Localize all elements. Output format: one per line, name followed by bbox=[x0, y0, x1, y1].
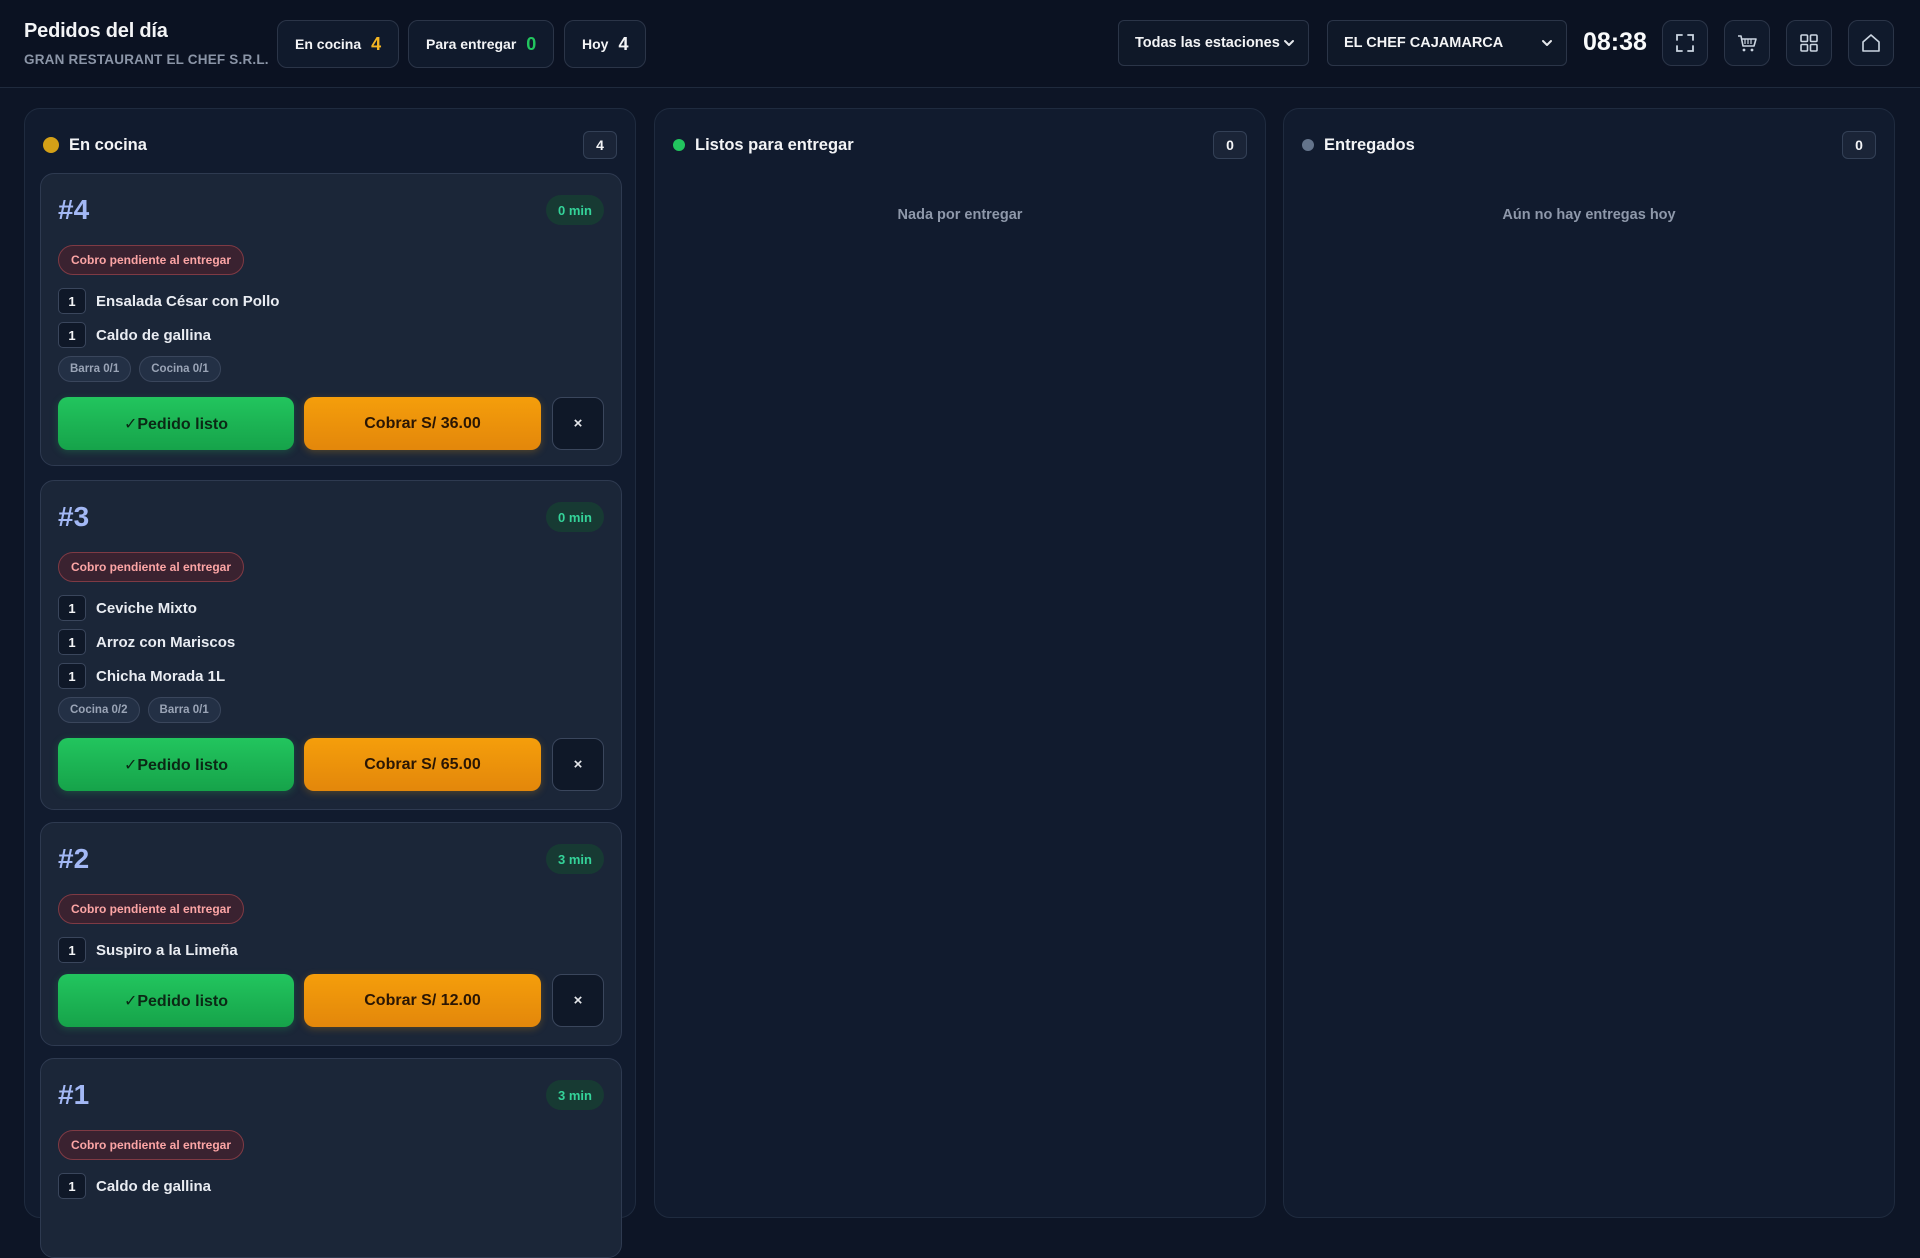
stat-value: 4 bbox=[618, 33, 629, 54]
location-select[interactable]: EL CHEF CAJAMARCA bbox=[1327, 20, 1567, 66]
empty-state: Aún no hay entregas hoy bbox=[1502, 207, 1676, 223]
order-item: 1 Ceviche Mixto bbox=[58, 595, 197, 621]
stat-value: 4 bbox=[371, 33, 382, 54]
station-progress: Barra 0/1 Cocina 0/1 bbox=[58, 356, 221, 382]
chevron-down-icon bbox=[1542, 40, 1552, 46]
station-select-value: Todas las estaciones bbox=[1135, 35, 1280, 51]
station-chip: Cocina 0/1 bbox=[139, 356, 221, 382]
item-qty: 1 bbox=[58, 1173, 86, 1199]
column-title: Entregados bbox=[1324, 135, 1415, 154]
order-item: 1 Caldo de gallina bbox=[58, 1173, 211, 1199]
station-chip: Barra 0/1 bbox=[58, 356, 132, 382]
column-delivered: Entregados 0 Aún no hay entregas hoy bbox=[1283, 108, 1895, 1218]
order-card[interactable]: #3 0 min Cobro pendiente al entregar 1 C… bbox=[40, 480, 622, 810]
stat-to-deliver[interactable]: Para entregar 0 bbox=[408, 20, 555, 68]
order-ready-button[interactable]: ✓Pedido listo bbox=[58, 974, 294, 1027]
column-ready: Listos para entregar 0 Nada por entregar bbox=[654, 108, 1266, 1218]
order-item: 1 Suspiro a la Limeña bbox=[58, 937, 238, 963]
status-dot bbox=[43, 137, 59, 153]
page-title: Pedidos del día bbox=[24, 20, 168, 42]
order-card[interactable]: #4 0 min Cobro pendiente al entregar 1 E… bbox=[40, 173, 622, 466]
order-ready-button[interactable]: ✓Pedido listo bbox=[58, 738, 294, 791]
column-count: 0 bbox=[1842, 131, 1876, 159]
station-select[interactable]: Todas las estaciones bbox=[1118, 20, 1309, 66]
elapsed-badge: 3 min bbox=[546, 844, 604, 874]
grid-icon bbox=[1800, 34, 1818, 52]
station-progress: Cocina 0/2 Barra 0/1 bbox=[58, 697, 221, 723]
order-number: #4 bbox=[58, 194, 90, 225]
status-dot bbox=[673, 139, 685, 151]
column-header: Listos para entregar 0 bbox=[673, 129, 1247, 161]
charge-button[interactable]: Cobrar S/ 65.00 bbox=[304, 738, 541, 791]
cart-button[interactable] bbox=[1724, 20, 1770, 66]
item-name: Caldo de gallina bbox=[96, 1177, 212, 1195]
item-qty: 1 bbox=[58, 629, 86, 655]
home-button[interactable] bbox=[1848, 20, 1894, 66]
location-select-value: EL CHEF CAJAMARCA bbox=[1344, 35, 1504, 51]
stat-in-kitchen[interactable]: En cocina 4 bbox=[277, 20, 400, 68]
column-header: Entregados 0 bbox=[1302, 129, 1876, 161]
order-ready-button[interactable]: ✓Pedido listo bbox=[58, 397, 294, 450]
fullscreen-icon bbox=[1676, 34, 1694, 52]
item-qty: 1 bbox=[58, 937, 86, 963]
order-number: #1 bbox=[58, 1079, 90, 1110]
status-dot bbox=[1302, 139, 1314, 151]
column-title: En cocina bbox=[69, 135, 147, 154]
station-chip: Cocina 0/2 bbox=[58, 697, 140, 723]
top-bar: Pedidos del día GRAN RESTAURANT EL CHEF … bbox=[0, 0, 1920, 88]
stat-label: Hoy bbox=[582, 36, 609, 52]
item-name: Caldo de gallina bbox=[96, 326, 212, 344]
item-qty: 1 bbox=[58, 288, 86, 314]
payment-status-badge: Cobro pendiente al entregar bbox=[58, 552, 245, 582]
item-name: Chicha Morada 1L bbox=[96, 667, 226, 685]
item-qty: 1 bbox=[58, 663, 86, 689]
column-header: En cocina 4 bbox=[43, 129, 617, 161]
column-title: Listos para entregar bbox=[695, 135, 854, 154]
order-item: 1 Arroz con Mariscos bbox=[58, 629, 235, 655]
payment-status-badge: Cobro pendiente al entregar bbox=[58, 894, 245, 924]
home-icon bbox=[1862, 34, 1880, 52]
cancel-order-button[interactable]: × bbox=[552, 738, 604, 791]
item-qty: 1 bbox=[58, 322, 86, 348]
cancel-order-button[interactable]: × bbox=[552, 397, 604, 450]
station-chip: Barra 0/1 bbox=[147, 697, 221, 723]
charge-button[interactable]: Cobrar S/ 12.00 bbox=[304, 974, 541, 1027]
cart-icon bbox=[1738, 35, 1757, 52]
order-item: 1 Chicha Morada 1L bbox=[58, 663, 225, 689]
item-name: Suspiro a la Limeña bbox=[96, 941, 238, 959]
elapsed-badge: 0 min bbox=[546, 195, 604, 225]
elapsed-badge: 3 min bbox=[546, 1080, 604, 1110]
column-in-kitchen: En cocina 4 #4 0 min Cobro pendiente al … bbox=[24, 108, 636, 1258]
order-item: 1 Caldo de gallina bbox=[58, 322, 211, 348]
grid-button[interactable] bbox=[1786, 20, 1832, 66]
brand: Pedidos del día GRAN RESTAURANT EL CHEF … bbox=[24, 20, 269, 67]
column-count: 4 bbox=[583, 131, 617, 159]
elapsed-badge: 0 min bbox=[546, 502, 604, 532]
stat-value: 0 bbox=[526, 33, 537, 54]
order-item: 1 Ensalada César con Pollo bbox=[58, 288, 279, 314]
cancel-order-button[interactable]: × bbox=[552, 974, 604, 1027]
chevron-down-icon bbox=[1284, 40, 1294, 46]
empty-state: Nada por entregar bbox=[897, 207, 1023, 223]
payment-status-badge: Cobro pendiente al entregar bbox=[58, 1130, 245, 1160]
item-name: Ensalada César con Pollo bbox=[96, 292, 280, 310]
item-name: Ceviche Mixto bbox=[96, 599, 197, 617]
order-card[interactable]: #1 3 min Cobro pendiente al entregar 1 C… bbox=[40, 1058, 622, 1258]
item-name: Arroz con Mariscos bbox=[96, 633, 236, 651]
fullscreen-button[interactable] bbox=[1662, 20, 1708, 66]
company-name: GRAN RESTAURANT EL CHEF S.R.L. bbox=[24, 52, 269, 67]
clock: 08:38 bbox=[1583, 28, 1647, 56]
stat-label: En cocina bbox=[295, 36, 362, 52]
stat-today[interactable]: Hoy 4 bbox=[564, 20, 647, 68]
item-qty: 1 bbox=[58, 595, 86, 621]
order-number: #3 bbox=[58, 501, 90, 532]
order-card[interactable]: #2 3 min Cobro pendiente al entregar 1 S… bbox=[40, 822, 622, 1046]
charge-button[interactable]: Cobrar S/ 36.00 bbox=[304, 397, 541, 450]
payment-status-badge: Cobro pendiente al entregar bbox=[58, 245, 245, 275]
order-number: #2 bbox=[58, 843, 90, 874]
stat-label: Para entregar bbox=[426, 36, 517, 52]
column-count: 0 bbox=[1213, 131, 1247, 159]
